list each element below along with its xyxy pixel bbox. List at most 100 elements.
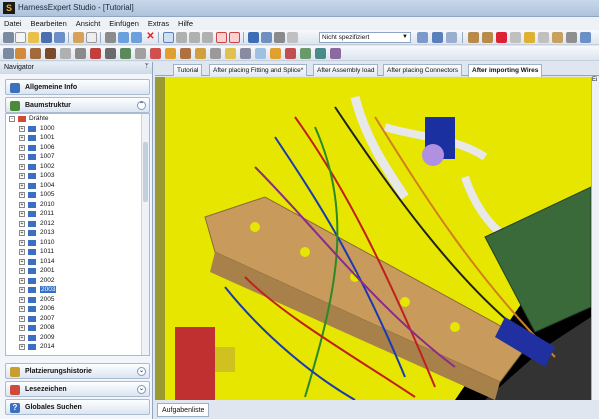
display-mode-icon[interactable] <box>446 32 457 43</box>
chevron-down-icon[interactable]: ▼ <box>402 33 408 42</box>
properties-strip[interactable]: Ei <box>591 77 599 400</box>
pin-tool-icon[interactable] <box>229 32 240 43</box>
clip-icon[interactable] <box>30 48 41 59</box>
tab-after-fitting-splice[interactable]: After placing Fitting and Splice* <box>209 64 308 76</box>
3d-viewport[interactable] <box>155 77 591 400</box>
chevron-down-icon[interactable]: ⌄ <box>137 367 146 376</box>
export-icon[interactable] <box>580 32 591 43</box>
expand-icon[interactable]: + <box>19 306 25 312</box>
expand-icon[interactable]: + <box>19 211 25 217</box>
cut-icon[interactable] <box>73 32 84 43</box>
expand-icon[interactable]: + <box>19 230 25 236</box>
protection-icon[interactable] <box>300 48 311 59</box>
expand-icon[interactable]: + <box>19 258 25 265</box>
save-all-icon[interactable] <box>54 32 65 43</box>
tree-node-wire[interactable]: +2009 <box>6 333 149 343</box>
expand-icon[interactable]: + <box>19 277 25 284</box>
table-icon[interactable] <box>417 32 428 43</box>
node-icon[interactable] <box>330 48 341 59</box>
menu-datei[interactable]: Datei <box>0 17 25 28</box>
label-icon[interactable] <box>165 48 176 59</box>
harness-3d-scene[interactable] <box>155 77 591 400</box>
ground-icon[interactable] <box>270 48 281 59</box>
expand-icon[interactable]: + <box>19 268 25 274</box>
tree-node-wires[interactable]: - Drähte <box>6 114 149 124</box>
specification-combo[interactable]: Nicht spezifiziert ▼ <box>319 32 411 43</box>
tree-node-wire[interactable]: +1002 <box>6 162 149 172</box>
expand-icon[interactable]: + <box>19 220 25 227</box>
splice-tool-icon[interactable] <box>482 32 493 43</box>
hose-icon[interactable] <box>195 48 206 59</box>
tree-scrollbar[interactable] <box>141 114 149 355</box>
tree-node-wire[interactable]: +2001 <box>6 266 149 276</box>
bracket-icon[interactable] <box>135 48 146 59</box>
filter-icon[interactable] <box>432 32 443 43</box>
tree-node-wire[interactable]: +2011 <box>6 209 149 219</box>
panel-general-info[interactable]: Allgemeine Info <box>5 79 150 95</box>
tab-tutorial[interactable]: Tutorial <box>173 64 203 76</box>
tree-node-wire[interactable]: +2002 <box>6 276 149 286</box>
tree-node-wire[interactable]: +1007 <box>6 152 149 162</box>
menu-ansicht[interactable]: Ansicht <box>72 17 104 28</box>
tree-node-wire[interactable]: +1006 <box>6 143 149 153</box>
collapse-icon[interactable]: - <box>9 116 15 122</box>
expand-icon[interactable]: + <box>19 249 25 255</box>
check-tool-icon[interactable] <box>566 32 577 43</box>
chevron-down-icon[interactable]: ⌄ <box>137 385 146 394</box>
expand-icon[interactable]: + <box>19 182 25 189</box>
zoom-icon[interactable] <box>202 32 213 43</box>
expand-icon[interactable]: + <box>19 163 25 170</box>
panel-bookmarks[interactable]: Lesezeichen ⌄ <box>5 381 150 397</box>
panel-placement-history[interactable]: Platzierungshistorie ⌄ <box>5 363 150 379</box>
tree-node-wire[interactable]: +2005 <box>6 295 149 305</box>
fuse-icon[interactable] <box>225 48 236 59</box>
menu-bearbeiten[interactable]: Bearbeiten <box>26 17 69 28</box>
route-tool-icon[interactable] <box>552 32 563 43</box>
chevron-up-icon[interactable]: ⌃ <box>137 101 146 110</box>
expand-icon[interactable]: + <box>19 315 25 322</box>
select-pointer-icon[interactable] <box>163 32 174 43</box>
fitting-icon[interactable] <box>120 48 131 59</box>
sleeve-icon[interactable] <box>75 48 86 59</box>
view-settings-icon[interactable] <box>287 32 298 43</box>
panel-global-search[interactable]: ? Globales Suchen <box>5 399 150 415</box>
tree-node-wire[interactable]: +2014 <box>6 342 149 352</box>
tree-node-wire[interactable]: +1000 <box>6 124 149 134</box>
redo-icon[interactable] <box>131 32 142 43</box>
copy-icon[interactable] <box>86 32 97 43</box>
marker-icon[interactable] <box>150 48 161 59</box>
undo-icon[interactable] <box>118 32 129 43</box>
expand-icon[interactable]: + <box>19 344 25 350</box>
pan-icon[interactable] <box>176 32 187 43</box>
expand-icon[interactable]: + <box>19 173 25 179</box>
grommet-icon[interactable] <box>45 48 56 59</box>
scrollbar-thumb[interactable] <box>143 142 148 202</box>
relay-icon[interactable] <box>240 48 251 59</box>
tree-node-wire[interactable]: +1010 <box>6 238 149 248</box>
view-layers-icon[interactable] <box>274 32 285 43</box>
expand-icon[interactable]: + <box>19 154 25 160</box>
save-icon[interactable] <box>41 32 52 43</box>
tree-node-wire[interactable]: +2003 <box>6 285 149 295</box>
clip-tool-icon[interactable] <box>510 32 521 43</box>
tree-node-wire[interactable]: +1001 <box>6 133 149 143</box>
bundle-tool-icon[interactable] <box>538 32 549 43</box>
loop-icon[interactable] <box>180 48 191 59</box>
expand-icon[interactable]: + <box>19 334 25 341</box>
expand-icon[interactable]: + <box>19 125 25 132</box>
tab-after-placing-connectors[interactable]: After placing Connectors <box>383 64 463 76</box>
tree-node-wire[interactable]: +2008 <box>6 323 149 333</box>
expand-icon[interactable]: + <box>19 296 25 303</box>
tree-node-wire[interactable]: +2013 <box>6 228 149 238</box>
tab-after-assembly-load[interactable]: After Assembly load <box>313 64 379 76</box>
expand-icon[interactable]: + <box>19 287 25 293</box>
expand-icon[interactable]: + <box>19 135 25 141</box>
menu-hilfe[interactable]: Hilfe <box>174 17 196 28</box>
terminal-icon[interactable] <box>90 48 101 59</box>
tree-node-wire[interactable]: +1003 <box>6 171 149 181</box>
pin-icon[interactable]: ᛘ <box>145 63 149 70</box>
tree-node-wire[interactable]: +2010 <box>6 200 149 210</box>
tab-task-list[interactable]: Aufgabenliste <box>157 403 210 417</box>
expand-icon[interactable]: + <box>19 201 25 208</box>
tree-node-wire[interactable]: +1005 <box>6 190 149 200</box>
